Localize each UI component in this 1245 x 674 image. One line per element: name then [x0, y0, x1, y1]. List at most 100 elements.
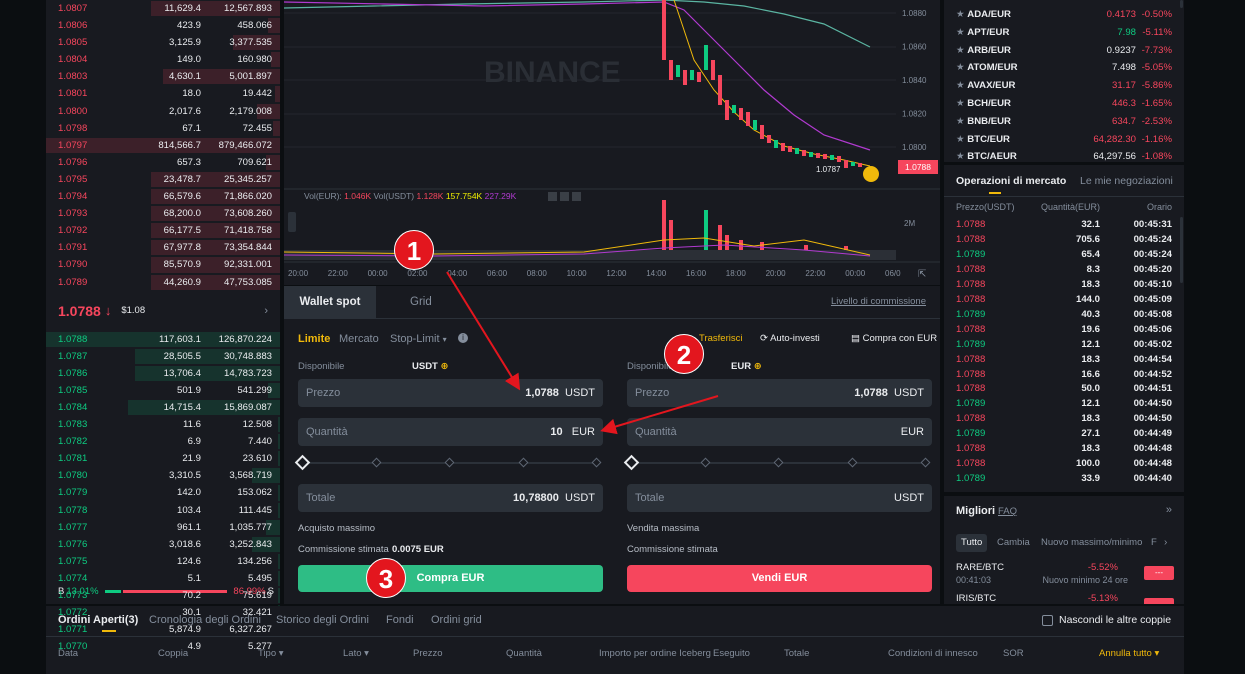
bid-total: 6,327.267 [229, 624, 272, 636]
bid-price: 1.0774 [58, 572, 88, 584]
bid-amount: 6.9 [187, 436, 201, 448]
bid-amount: 501.9 [176, 384, 201, 396]
bid-total: 134.256 [237, 555, 272, 567]
bid-row[interactable]: 1.0786 13,706.4 14,783.723 [46, 365, 280, 382]
ask-amount: 11,629.4 [164, 3, 201, 14]
bid-amount: 70.2 [182, 590, 201, 601]
ask-row[interactable]: 1.0795 23,478.7 25,345.257 [46, 171, 280, 188]
trading-app: 1.0807 11,629.4 12,567.893 1.0806 423.9 458.0… [0, 0, 1245, 674]
bid-total: 3,252.843 [229, 538, 272, 550]
bid-total: 14,783.723 [223, 367, 272, 379]
bid-amount: 961.1 [176, 521, 201, 533]
bid-price: 1.0779 [58, 487, 88, 499]
ask-price: 1.0790 [58, 259, 88, 271]
bid-row[interactable]: 1.0787 28,505.5 30,748.883 [46, 348, 280, 365]
ask-price: 1.0796 [58, 156, 88, 168]
ask-total: 12,567.893 [223, 3, 272, 14]
bid-row[interactable]: 1.0784 14,715.4 15,869.087 [46, 399, 280, 416]
bid-total: 30,748.883 [223, 350, 272, 362]
ask-total: 3,377.535 [229, 37, 272, 49]
ask-amount: 657.3 [176, 156, 201, 168]
ask-amount: 67,977.8 [163, 242, 201, 254]
bid-total: 7.440 [247, 436, 272, 448]
bid-price: 1.0777 [58, 521, 88, 533]
ask-total: 73,608.260 [223, 208, 272, 220]
bid-total: 541.299 [237, 384, 272, 396]
bid-amount: 21.9 [182, 453, 201, 465]
bid-total: 153.062 [237, 487, 272, 499]
bid-amount: 30.1 [182, 607, 201, 619]
ask-price: 1.0800 [58, 105, 88, 117]
bid-price: 1.0781 [58, 453, 88, 465]
annotation-arrow-2 [600, 395, 719, 435]
bid-row[interactable]: 1.0788 117,603.1 126,870.224 [46, 331, 280, 348]
ask-price: 1.0807 [58, 3, 88, 14]
bid-total: 32.421 [242, 607, 272, 619]
ask-row[interactable]: 1.0789 44,260.9 47,753.085 [46, 274, 280, 291]
ask-price: 1.0797 [58, 139, 88, 151]
ask-amount: 44,260.9 [163, 276, 201, 288]
bid-price: 1.0787 [58, 350, 88, 362]
bid-total: 12.508 [242, 419, 272, 431]
bid-amount: 4.9 [187, 641, 201, 653]
ask-row[interactable]: 1.0797 814,566.7 879,466.072 [46, 137, 280, 154]
ask-amount: 67.1 [182, 122, 201, 134]
bid-amount: 3,310.5 [168, 470, 201, 482]
ask-total: 19.442 [242, 88, 272, 100]
ask-amount: 66,177.5 [163, 225, 201, 237]
bid-total: 5.495 [247, 572, 272, 584]
ask-price: 1.0795 [58, 173, 88, 185]
bid-price: 1.0771 [58, 624, 88, 636]
ask-row[interactable]: 1.0792 66,177.5 71,418.758 [46, 222, 280, 239]
ask-total: 25,345.257 [223, 173, 272, 185]
bid-total: 75.619 [242, 590, 272, 601]
bid-price: 1.0783 [58, 419, 88, 431]
bid-amount: 14,715.4 [163, 401, 201, 413]
ask-price: 1.0793 [58, 208, 88, 220]
bid-total: 5.277 [247, 641, 272, 653]
bid-price: 1.0788 [58, 333, 88, 345]
ask-total: 160.980 [237, 54, 272, 66]
ask-total: 2,179.008 [229, 105, 272, 117]
bid-price: 1.0775 [58, 555, 88, 567]
bid-price: 1.0778 [58, 504, 88, 516]
bid-price: 1.0770 [58, 641, 88, 653]
bid-amount: 5.1 [187, 572, 201, 584]
bid-price: 1.0785 [58, 384, 88, 396]
bid-price: 1.0782 [58, 436, 88, 448]
bid-price: 1.0784 [58, 401, 88, 413]
ask-amount: 68,200.0 [163, 208, 201, 220]
ask-amount: 149.0 [176, 54, 201, 66]
ask-price: 1.0805 [58, 37, 88, 49]
bid-total: 15,869.087 [223, 401, 272, 413]
ask-total: 72.455 [242, 122, 272, 134]
ask-price: 1.0789 [58, 276, 88, 288]
ask-price: 1.0804 [58, 54, 88, 66]
annotation-arrow-1 [446, 271, 521, 391]
ask-row[interactable]: 1.0794 66,579.6 71,866.020 [46, 188, 280, 205]
ask-price: 1.0806 [58, 20, 88, 32]
bid-total: 1,035.777 [229, 521, 272, 533]
ask-amount: 85,570.9 [163, 259, 201, 271]
ask-row[interactable]: 1.0793 68,200.0 73,608.260 [46, 205, 280, 222]
ask-total: 458.066 [237, 20, 272, 32]
ask-amount: 423.9 [176, 20, 201, 32]
ask-total: 879,466.072 [218, 139, 272, 151]
bid-amount: 3,018.6 [168, 538, 201, 550]
bid-amount: 124.6 [176, 555, 201, 567]
annotation-badge-2: 2 [664, 334, 704, 374]
bid-price: 1.0776 [58, 538, 88, 550]
ask-row[interactable]: 1.0791 67,977.8 73,354.844 [46, 239, 280, 256]
ask-row[interactable]: 1.0790 85,570.9 92,331.001 [46, 256, 280, 273]
bid-amount: 103.4 [176, 504, 201, 516]
ask-price: 1.0791 [58, 242, 88, 254]
ask-amount: 3,125.9 [168, 37, 201, 49]
ask-price: 1.0792 [58, 225, 88, 237]
ask-amount: 814,566.7 [158, 139, 201, 151]
ask-amount: 18.0 [182, 88, 201, 100]
bid-total: 3,568.719 [229, 470, 272, 482]
bid-amount: 142.0 [176, 487, 201, 499]
bid-price: 1.0773 [58, 590, 88, 601]
bid-total: 111.445 [238, 504, 272, 516]
annotation-badge-1: 1 [394, 230, 434, 270]
